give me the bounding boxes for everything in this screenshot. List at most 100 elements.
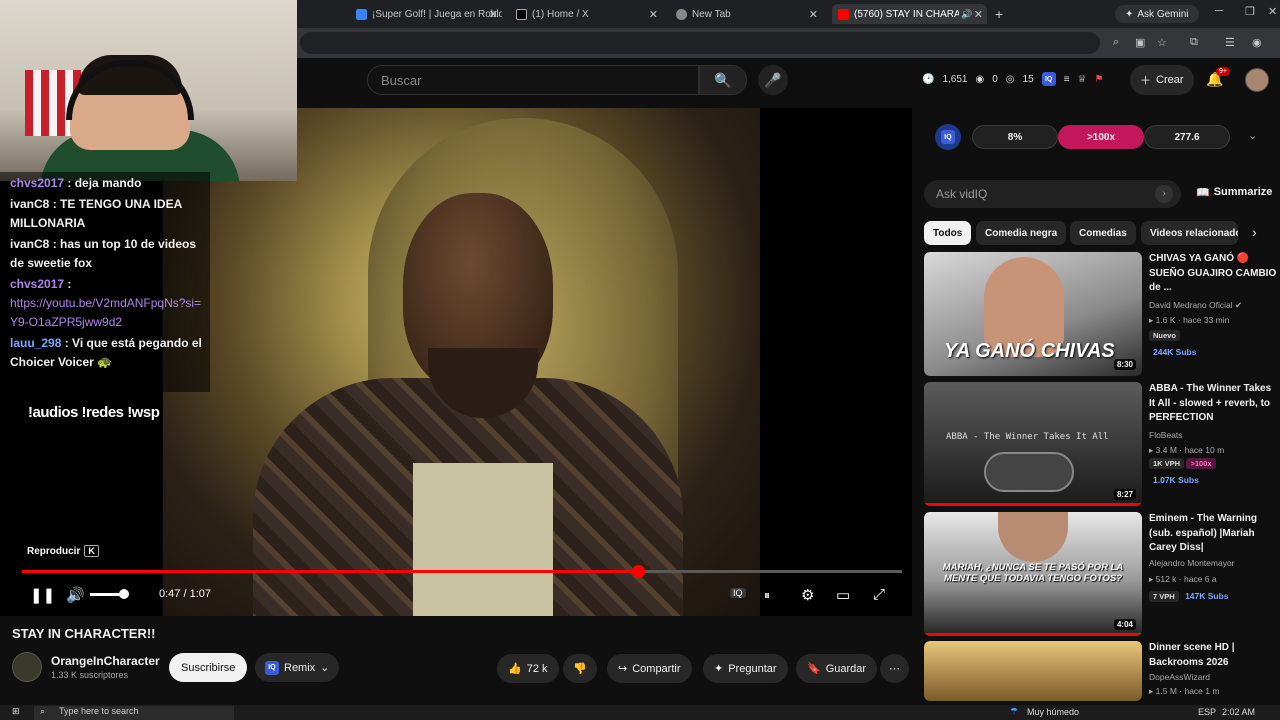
share-button[interactable]: ↪ Compartir — [607, 654, 692, 683]
thumbnail[interactable] — [924, 641, 1142, 701]
taskbar-search[interactable]: Type here to search — [34, 706, 234, 720]
close-icon[interactable]: ✕ — [974, 8, 983, 21]
microphone-icon: 🎤 — [764, 71, 782, 88]
audio-playing-icon[interactable]: 🔊 — [961, 9, 972, 20]
chip-videos-relacionados[interactable]: Videos relacionados — [1141, 221, 1238, 245]
minimize-icon[interactable]: ─ — [1215, 5, 1223, 17]
create-label: Crear — [1156, 74, 1184, 86]
new-tab-button[interactable]: + — [995, 6, 1003, 22]
rec-stats: ▸ 3.4 M · hace 10 m — [1149, 445, 1225, 455]
profile-icon[interactable]: ◉ — [1252, 36, 1262, 49]
recommendation-item[interactable]: MARIAH, ¿NUNCA SE TE PASÓ POR LA MENTE Q… — [924, 512, 1280, 636]
tab-roblox[interactable]: ¡Super Golf! | Juega en Roblox ✕ — [352, 4, 502, 24]
rec-channel[interactable]: FloBeats — [1149, 430, 1183, 440]
rec-channel[interactable]: David Medrano Oficial ✔ — [1149, 300, 1242, 311]
thumbnail[interactable]: ABBA - The Winner Takes It All 8:27 — [924, 382, 1142, 506]
alert-icon[interactable]: ⚑ — [1094, 74, 1103, 85]
thumbnail[interactable]: MARIAH, ¿NUNCA SE TE PASÓ POR LA MENTE Q… — [924, 512, 1142, 636]
chat-message: chvs2017 : deja mando — [10, 174, 202, 193]
tab-close-prev[interactable]: ✕ — [338, 4, 343, 24]
play-pause-icon[interactable]: ❚❚ — [30, 586, 55, 604]
rec-extra: 1K VPH >100x — [1149, 458, 1216, 469]
settings-gear-icon[interactable]: ⚙ — [801, 586, 814, 604]
more-options-button[interactable]: ⋯ — [880, 654, 909, 683]
chip-comedias[interactable]: Comedias — [1070, 221, 1136, 245]
rec-channel[interactable]: Alejandro Montemayor — [1149, 558, 1235, 568]
vidiq-player-icon[interactable]: IQ — [730, 588, 746, 598]
like-button[interactable]: 👍 72 k — [497, 654, 559, 683]
duration-badge: 8:30 — [1113, 359, 1136, 370]
search-button[interactable]: 🔍 — [699, 65, 747, 95]
chevron-right-icon[interactable]: › — [1155, 185, 1173, 203]
close-icon[interactable]: ✕ — [489, 8, 498, 21]
bookmark-star-icon[interactable]: ☆ — [1157, 36, 1167, 49]
gemini-icon: ✦ — [1125, 8, 1134, 20]
chat-username: ivanC8 — [10, 197, 50, 211]
user-avatar[interactable] — [1245, 68, 1269, 92]
vidiq-icon[interactable]: IQ — [1041, 72, 1056, 86]
list-icon[interactable]: ≡ — [1064, 74, 1070, 85]
rec-title[interactable]: ABBA - The Winner Takes It All - slowed … — [1149, 382, 1277, 426]
windows-start-icon[interactable]: ⊞ — [12, 706, 20, 717]
weather-icon[interactable]: ☂ — [1010, 706, 1018, 717]
chevron-right-icon[interactable]: › — [1252, 224, 1257, 240]
close-icon[interactable]: ✕ — [649, 8, 658, 21]
maximize-icon[interactable]: ❐ — [1245, 5, 1255, 18]
window-close-icon[interactable]: ✕ — [1268, 5, 1277, 18]
chevron-down-icon[interactable]: ⌄ — [1248, 129, 1257, 142]
chip-comedia-negra[interactable]: Comedia negra — [976, 221, 1067, 245]
dislike-button[interactable]: 👎 — [563, 654, 597, 683]
language-indicator[interactable]: ESP — [1198, 707, 1216, 717]
stream-chat: chvs2017 : deja mando ivanC8 : TE TENGO … — [0, 172, 210, 392]
extensions-icon[interactable]: ⧉ — [1190, 36, 1198, 49]
close-icon[interactable]: ✕ — [809, 8, 818, 21]
vidiq-score-multiplier: >100x — [1058, 125, 1144, 149]
voice-search-button[interactable]: 🎤 — [758, 65, 788, 95]
create-button[interactable]: ＋ Crear — [1130, 65, 1194, 95]
fullscreen-icon[interactable]: ⤢ — [873, 586, 885, 603]
summarize-button[interactable]: 📖 Summarize — [1196, 186, 1272, 199]
weather-label[interactable]: Muy húmedo — [1027, 707, 1079, 717]
ask-label: Preguntar — [728, 662, 777, 675]
current-time: 0:47 — [159, 588, 181, 600]
tab-title: New Tab — [692, 8, 731, 20]
chat-message: ivanC8 : TE TENGO UNA IDEA MILLONARIA — [10, 195, 202, 233]
rec-title[interactable]: Eminem - The Warning (sub. español) |Mar… — [1149, 512, 1277, 556]
tab-x-home[interactable]: (1) Home / X ✕ — [512, 4, 662, 24]
vidiq-logo-icon[interactable]: IQ — [935, 124, 961, 150]
progress-bar[interactable] — [22, 565, 902, 578]
rec-channel[interactable]: DopeAssWizard — [1149, 672, 1210, 682]
ask-button[interactable]: ✦ Preguntar — [703, 654, 788, 683]
autoplay-toggle-icon[interactable]: ⏸ — [764, 588, 770, 603]
more-icon: ⋯ — [889, 663, 900, 675]
share-label: Compartir — [632, 662, 681, 675]
sidepanel-icon[interactable]: ☰ — [1225, 36, 1235, 49]
theater-mode-icon[interactable]: ▭ — [836, 586, 850, 604]
volume-icon[interactable]: 🔊 — [66, 586, 85, 604]
recommendation-item[interactable]: ABBA - The Winner Takes It All 8:27 ABBA… — [924, 382, 1280, 506]
cast-icon[interactable]: ▣ — [1135, 36, 1145, 49]
zoom-icon[interactable]: ⌕ — [1113, 36, 1119, 49]
subscribe-button[interactable]: Suscribirse — [169, 653, 248, 682]
ask-gemini-button[interactable]: ✦ Ask Gemini — [1115, 5, 1199, 23]
thumbnail[interactable]: YA GANÓ CHIVAS 8:30 — [924, 252, 1142, 376]
tab-youtube-active[interactable]: (5760) STAY IN CHARACTER 🔊 ✕ — [832, 4, 987, 24]
tab-new-tab[interactable]: New Tab ✕ — [672, 4, 822, 24]
recommendation-item[interactable]: Dinner scene HD | Backrooms 2026 DopeAss… — [924, 641, 1280, 701]
channel-avatar[interactable] — [12, 652, 42, 682]
save-button[interactable]: 🔖 Guardar — [796, 654, 878, 683]
ask-vidiq-input[interactable]: Ask vidIQ › — [924, 180, 1181, 208]
chip-todos[interactable]: Todos — [924, 221, 972, 245]
progress-scrubber[interactable] — [632, 565, 645, 578]
rec-title[interactable]: CHIVAS YA GANÓ 🔴 SUEÑO GUAJIRO CAMBIO de… — [1149, 252, 1277, 296]
address-bar[interactable] — [300, 32, 1100, 54]
rec-title[interactable]: Dinner scene HD | Backrooms 2026 — [1149, 641, 1277, 670]
remix-button[interactable]: IQ Remix ⌄ — [255, 653, 340, 682]
trophy-icon[interactable]: ♕ — [1077, 74, 1086, 85]
channel-name[interactable]: OrangeInCharacter — [51, 654, 160, 668]
volume-knob[interactable] — [119, 589, 129, 599]
recommendation-item[interactable]: YA GANÓ CHIVAS 8:30 CHIVAS YA GANÓ 🔴 SUE… — [924, 252, 1280, 376]
search-input[interactable]: Buscar — [367, 65, 699, 95]
clock[interactable]: 2:02 AM — [1222, 707, 1255, 717]
chat-link[interactable]: https://youtu.be/V2mdANFpqNs?si=Y9-O1aZP… — [10, 296, 201, 329]
